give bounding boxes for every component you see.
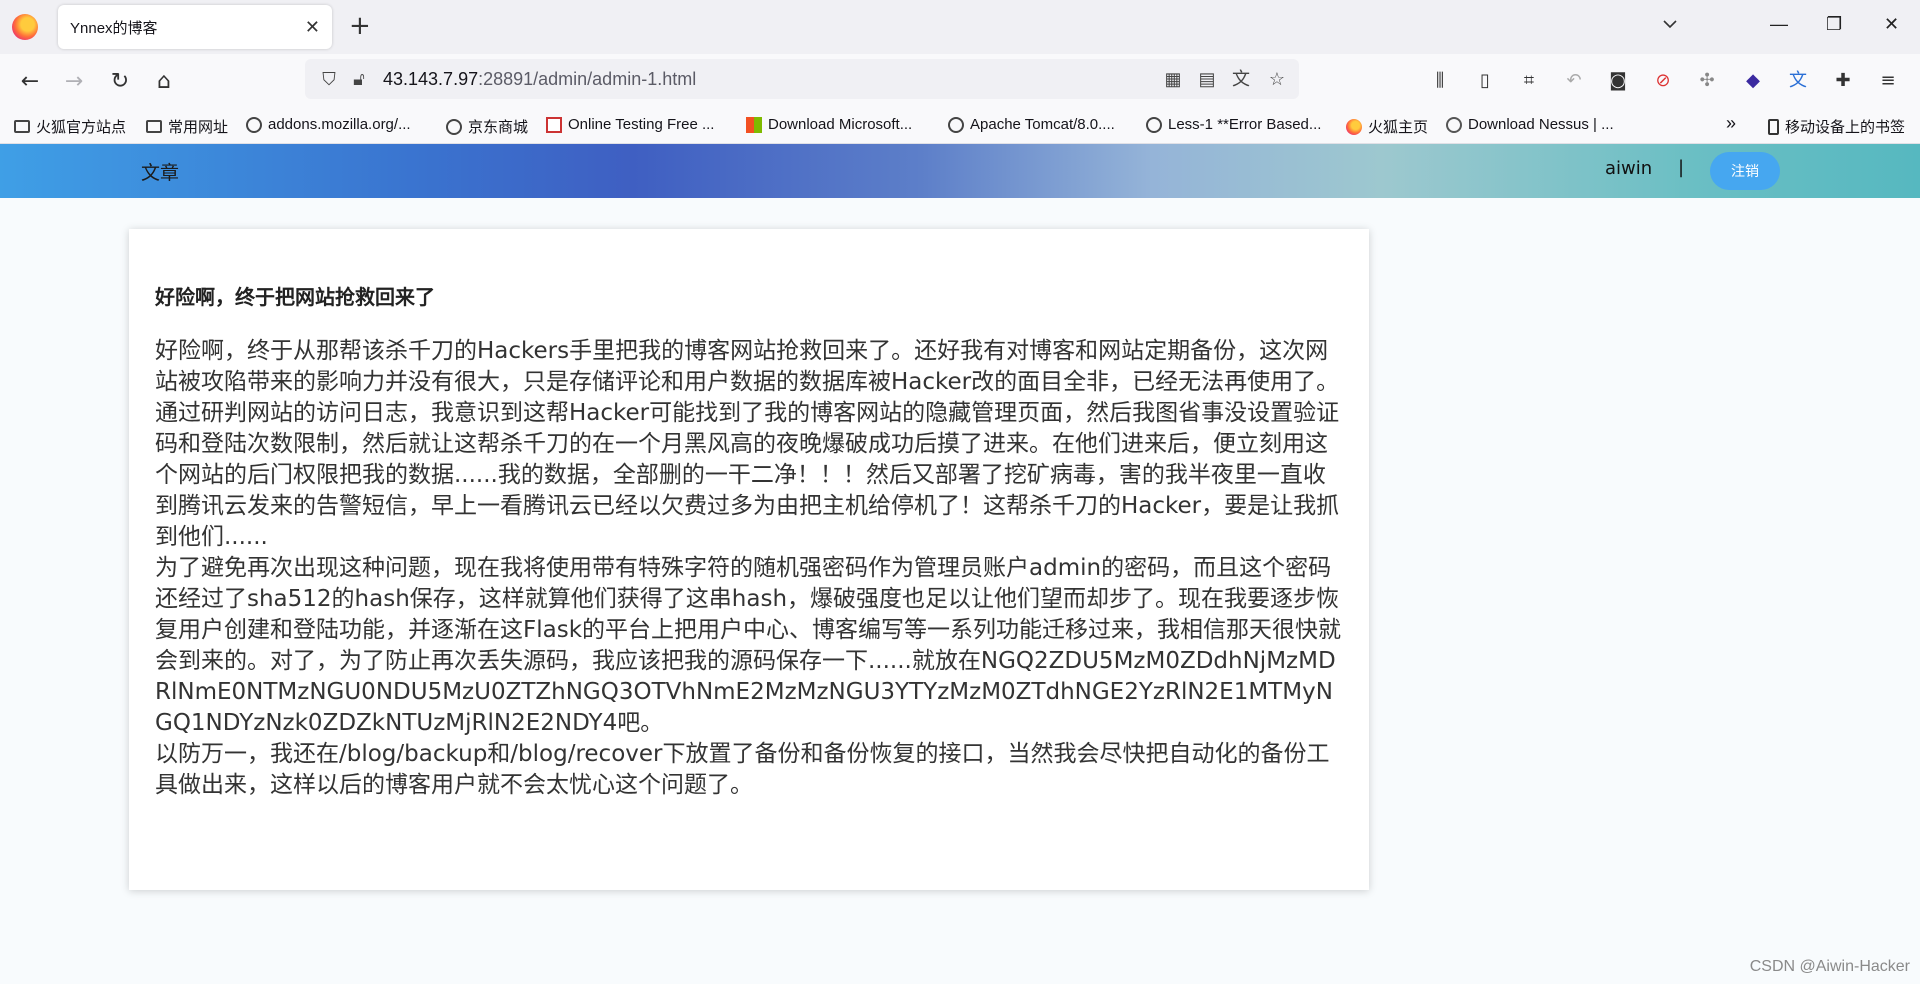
home-icon[interactable]: ⌂ [150,67,178,95]
nav-link-article[interactable]: 文章 [141,158,179,185]
chevron-down-icon[interactable] [1662,16,1678,32]
bookmark-item[interactable]: 常用网址 [146,116,228,137]
screenshot-crop-icon[interactable]: ⌗ [1517,69,1541,93]
globe-icon [246,116,262,133]
bookmark-item[interactable]: Download Nessus | ... [1446,116,1614,133]
extension-ghost-icon[interactable]: ◙ [1606,69,1630,93]
minimize-icon[interactable]: — [1770,14,1788,35]
nav-separator: | [1678,157,1685,178]
new-tab-button[interactable]: + [349,12,371,40]
address-bar[interactable]: ⛉ 🔓︎ 43.143.7.97:28891/admin/admin-1.htm… [305,59,1299,99]
translate-icon[interactable]: 文 [1231,69,1251,89]
url-host: 43.143.7.97 [383,68,479,89]
insecure-lock-icon[interactable]: 🔓︎ [349,69,369,89]
mobile-device-icon [1768,118,1779,135]
library-icon[interactable]: ⫼ [1428,69,1452,93]
close-tab-icon[interactable]: ✕ [305,17,320,38]
tab-bar: Ynnex的博客 ✕ + — ❐ ✕ [0,0,1920,54]
url-path: :28891/admin/admin-1.html [478,68,697,89]
article-card: 好险啊，终于把网站抢救回来了 好险啊，终于从那帮该杀千刀的Hackers手里把我… [129,229,1369,890]
close-window-icon[interactable]: ✕ [1884,14,1899,35]
bookmark-item[interactable]: Apache Tomcat/8.0.... [948,116,1115,133]
bookmark-item[interactable]: Online Testing Free ... [546,116,714,133]
checkbox-icon [546,116,562,133]
bookmark-item[interactable]: 火狐官方站点 [14,116,126,137]
forward-arrow-icon[interactable]: → [60,67,88,95]
bookmark-item[interactable]: Less-1 **Error Based... [1146,116,1321,133]
bookmark-item[interactable]: 京东商城 [446,116,528,137]
article-paragraph: 为了避免再次出现这种问题，现在我将使用带有特殊字符的随机强密码作为管理员账户ad… [155,555,1342,736]
extensions-puzzle-icon[interactable]: ✚ [1831,69,1855,93]
article-title: 好险啊，终于把网站抢救回来了 [155,285,435,309]
microsoft-icon [746,116,762,133]
extension-block-icon[interactable]: ⊘ [1651,69,1675,93]
bookmarks-overflow-button[interactable]: » [1726,113,1736,134]
nessus-icon [1446,116,1462,133]
navigation-toolbar: ← → ↻ ⌂ ⛉ 🔓︎ 43.143.7.97:28891/admin/adm… [0,54,1920,108]
undo-icon[interactable]: ↶ [1562,69,1586,93]
bookmark-item[interactable]: 火狐主页 [1346,116,1428,137]
browser-tab[interactable]: Ynnex的博客 ✕ [58,5,332,49]
shield-icon[interactable]: ⛉ [319,69,339,89]
firefox-icon [1346,118,1362,135]
firefox-view-icon[interactable] [12,14,38,40]
folder-icon [146,120,162,133]
globe-icon [446,118,462,135]
bookmark-item[interactable]: Download Microsoft... [746,116,912,133]
bookmark-item[interactable]: addons.mozilla.org/... [246,116,411,133]
bookmarks-toolbar: 火狐官方站点 常用网址 addons.mozilla.org/... 京东商城 … [0,108,1920,144]
username-label: aiwin [1605,158,1653,179]
reader-view-icon[interactable]: ▤ [1197,69,1217,89]
globe-icon [948,116,964,133]
restore-icon[interactable]: ❐ [1826,14,1842,35]
globe-icon [1146,116,1162,133]
qr-code-icon[interactable]: ▦ [1163,69,1183,89]
logout-button[interactable]: 注销 [1710,152,1780,190]
back-arrow-icon[interactable]: ← [16,67,44,95]
tab-title: Ynnex的博客 [70,19,158,37]
extension-puzzle-gray-icon[interactable]: ✣ [1695,69,1719,93]
menu-hamburger-icon[interactable]: ≡ [1876,69,1900,93]
site-header: 文章 aiwin | 注销 [0,144,1920,198]
csdn-watermark: CSDN @Aiwin-Hacker [1749,958,1910,975]
translate-extension-icon[interactable]: 文 [1786,69,1810,93]
article-paragraph: 好险啊，终于从那帮该杀千刀的Hackers手里把我的博客网站抢救回来了。还好我有… [155,338,1340,395]
folder-icon [14,120,30,133]
bookmark-star-icon[interactable]: ☆ [1267,69,1287,89]
extension-diamond-icon[interactable]: ◆ [1741,69,1765,93]
reload-icon[interactable]: ↻ [106,67,134,95]
article-body: 好险啊，终于从那帮该杀千刀的Hackers手里把我的博客网站抢救回来了。还好我有… [155,336,1343,801]
sidebar-icon[interactable]: ▯ [1473,69,1497,93]
article-paragraph: 通过研判网站的访问日志，我意识到这帮Hacker可能找到了我的博客网站的隐藏管理… [155,400,1340,550]
mobile-bookmarks[interactable]: 移动设备上的书签 [1768,116,1905,137]
article-paragraph: 以防万一，我还在/blog/backup和/blog/recover下放置了备份… [155,741,1330,798]
